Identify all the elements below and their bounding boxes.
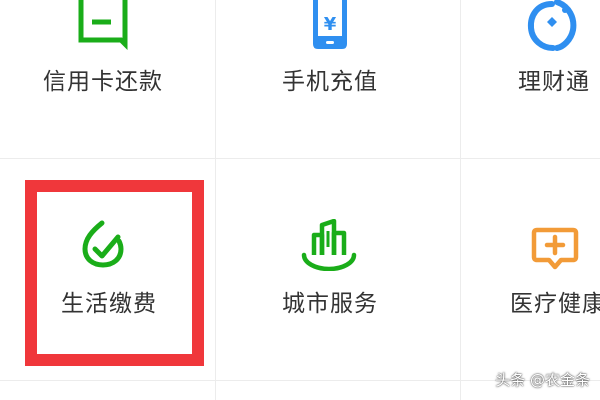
tile-label: 信用卡还款 <box>43 69 163 95</box>
service-grid-screen: 信用卡还款 ¥ 手机充值 理财通 生活缴费 城市服务 医疗健康 头条 @农金条 <box>0 0 600 400</box>
tile-label: 城市服务 <box>282 291 378 317</box>
credit-card-icon <box>78 0 128 50</box>
tile-wealth-management[interactable]: 理财通 <box>461 0 600 158</box>
tile-credit-card-repayment[interactable]: 信用卡还款 <box>0 0 215 158</box>
tile-mobile-recharge[interactable]: ¥ 手机充值 <box>216 0 460 158</box>
tile-label: 手机充值 <box>282 69 378 95</box>
yuan-symbol: ¥ <box>324 14 337 35</box>
tile-label: 理财通 <box>518 69 590 95</box>
mobile-phone-icon: ¥ <box>313 0 347 49</box>
medical-health-icon <box>531 227 579 270</box>
tile-medical-health[interactable]: 医疗健康 <box>461 159 600 380</box>
city-service-icon <box>301 219 357 271</box>
tile-city-service[interactable]: 城市服务 <box>216 159 460 380</box>
tile-label: 医疗健康 <box>510 291 600 317</box>
wealth-icon <box>527 0 577 51</box>
watermark: 头条 @农金条 <box>495 371 590 389</box>
highlight-frame <box>25 180 204 366</box>
